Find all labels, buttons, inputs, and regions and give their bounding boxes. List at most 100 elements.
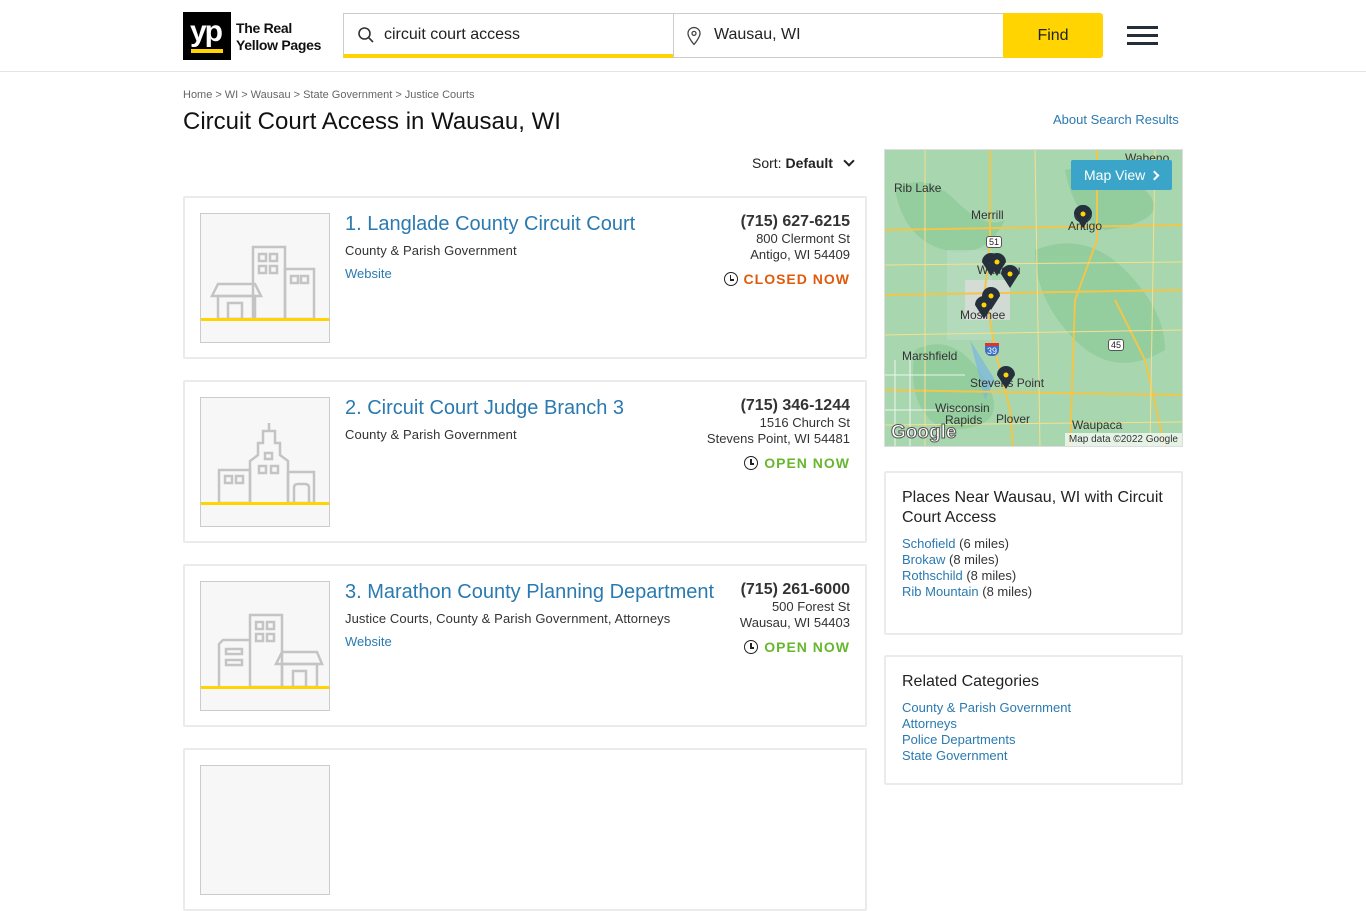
location-input[interactable]: Wausau, WI [673, 13, 1004, 58]
sort-value: Default [785, 155, 833, 171]
related-categories-box: Related Categories County & Parish Gover… [884, 655, 1183, 785]
related-category-link[interactable]: Attorneys [902, 716, 957, 731]
page-title: Circuit Court Access in Wausau, WI [183, 108, 561, 135]
clock-icon [744, 456, 759, 470]
status-text: OPEN NOW [764, 639, 850, 655]
map-pin[interactable] [975, 296, 993, 319]
street-address: 800 Clermont St [756, 231, 850, 246]
results-map[interactable]: Wabeno Rib Lake Merrill Antigo Wausau Mo… [884, 149, 1183, 447]
city-address: Antigo, WI 54409 [750, 247, 850, 262]
nearby-place-link[interactable]: Schofield [902, 536, 955, 551]
map-view-button[interactable]: Map View [1071, 160, 1172, 190]
breadcrumb-subcategory[interactable]: Justice Courts [405, 89, 475, 101]
city-address: Wausau, WI 54403 [739, 615, 850, 630]
nearby-title: Places Near Wausau, WI with Circuit Cour… [902, 489, 1163, 526]
business-name-link[interactable]: 3. Marathon County Planning Department [345, 581, 714, 604]
nearby-place: Rib Mountain (8 miles) [902, 584, 1165, 600]
map-view-label: Map View [1084, 167, 1146, 183]
nearby-place: Brokaw (8 miles) [902, 552, 1165, 568]
about-search-results-link[interactable]: About Search Results [1053, 112, 1179, 127]
map-pin[interactable] [1073, 205, 1092, 228]
logo-underline [191, 49, 223, 53]
business-categories: County & Parish Government [345, 427, 517, 442]
logo-mark: yp [190, 15, 223, 48]
nearby-place-link[interactable]: Rothschild [902, 568, 963, 583]
related-category-link[interactable]: County & Parish Government [902, 700, 1071, 715]
street-address: 500 Forest St [771, 599, 850, 614]
search-icon [358, 27, 374, 43]
breadcrumb: Home > WI > Wausau > State Government > Justice … [183, 89, 474, 101]
business-info: (715) 346-1244 1516 Church St Stevens Po… [707, 397, 850, 472]
status-badge: OPEN NOW [707, 454, 850, 472]
chevron-right-icon [1149, 170, 1160, 181]
site-header: yp The Real Yellow Pages circuit court a… [0, 0, 1366, 72]
logo-text-line1: The Real [236, 20, 292, 36]
phone-number[interactable]: (715) 627-6215 [724, 213, 850, 231]
result-card [183, 748, 867, 911]
chevron-down-icon [843, 155, 855, 167]
website-link[interactable]: Website [345, 634, 392, 649]
related-category-link[interactable]: State Government [902, 748, 1008, 763]
nearby-distance: (8 miles) [966, 568, 1017, 583]
status-text: CLOSED NOW [743, 271, 850, 287]
status-badge: CLOSED NOW [723, 270, 850, 288]
map-pins [975, 205, 1092, 389]
breadcrumb-separator: > [395, 89, 402, 101]
search-input[interactable]: circuit court access [343, 13, 674, 58]
business-thumbnail[interactable] [200, 397, 330, 527]
business-info: (715) 261-6000 500 Forest St Wausau, WI … [740, 581, 850, 656]
phone-number[interactable]: (715) 261-6000 [740, 581, 850, 599]
nearby-place-link[interactable]: Rib Mountain [902, 584, 979, 599]
status-badge: OPEN NOW [740, 638, 850, 656]
office-buildings-placeholder-icon [201, 613, 329, 689]
business-name-link[interactable]: 2. Circuit Court Judge Branch 3 [345, 397, 624, 420]
yp-logo[interactable]: yp [183, 12, 231, 60]
result-card: 3. Marathon County Planning Department J… [183, 564, 867, 727]
location-value: Wausau, WI [714, 26, 801, 43]
google-logo: Google [890, 422, 957, 444]
business-categories: Justice Courts, County & Parish Governme… [345, 611, 671, 626]
nearby-distance: (8 miles) [982, 584, 1033, 599]
sort-dropdown[interactable]: Sort: Default [752, 155, 855, 171]
result-card: 2. Circuit Court Judge Branch 3 County &… [183, 380, 867, 543]
city-address: Stevens Point, WI 54481 [706, 431, 850, 446]
business-name-link[interactable]: 1. Langlade County Circuit Court [345, 213, 635, 236]
courthouse-placeholder-icon [201, 423, 329, 505]
breadcrumb-home[interactable]: Home [183, 89, 212, 101]
breadcrumb-separator: > [293, 89, 301, 101]
result-card: 1. Langlade County Circuit Court County … [183, 196, 867, 359]
find-button[interactable]: Find [1003, 13, 1103, 58]
map-pin[interactable] [997, 366, 1015, 389]
breadcrumb-separator: > [215, 89, 222, 101]
sort-label: Sort: [752, 155, 782, 171]
logo-text-line2: Yellow Pages [236, 37, 322, 53]
business-thumbnail[interactable] [200, 213, 330, 343]
map-attribution: Map data ©2022 Google [1064, 433, 1182, 446]
website-link[interactable]: Website [345, 266, 392, 281]
search-value: circuit court access [384, 26, 521, 43]
buildings-placeholder-icon [201, 245, 329, 321]
business-categories: County & Parish Government [345, 243, 517, 258]
phone-number[interactable]: (715) 346-1244 [707, 397, 850, 415]
breadcrumb-category[interactable]: State Government [303, 89, 392, 101]
location-pin-icon [687, 26, 701, 46]
breadcrumb-city[interactable]: Wausau [251, 89, 291, 101]
business-thumbnail[interactable] [200, 765, 330, 895]
breadcrumb-separator: > [241, 89, 248, 101]
nearby-places-box: Places Near Wausau, WI with Circuit Cour… [884, 471, 1183, 635]
map-pin[interactable] [1001, 265, 1019, 288]
logo-text[interactable]: The Real Yellow Pages [236, 20, 321, 54]
street-address: 1516 Church St [759, 415, 850, 430]
related-title: Related Categories [902, 673, 1039, 690]
nearby-place: Schofield (6 miles) [902, 536, 1165, 552]
nearby-distance: (6 miles) [959, 536, 1009, 551]
nearby-distance: (8 miles) [948, 552, 999, 567]
business-thumbnail[interactable] [200, 581, 330, 711]
nearby-place: Rothschild (8 miles) [902, 568, 1165, 584]
nearby-place-link[interactable]: Brokaw [902, 552, 945, 567]
business-info: (715) 627-6215 800 Clermont St Antigo, W… [723, 213, 850, 288]
hamburger-menu-icon[interactable] [1127, 26, 1159, 46]
related-category-link[interactable]: Police Departments [902, 732, 1015, 747]
clock-icon [723, 272, 738, 286]
breadcrumb-state[interactable]: WI [225, 89, 238, 101]
